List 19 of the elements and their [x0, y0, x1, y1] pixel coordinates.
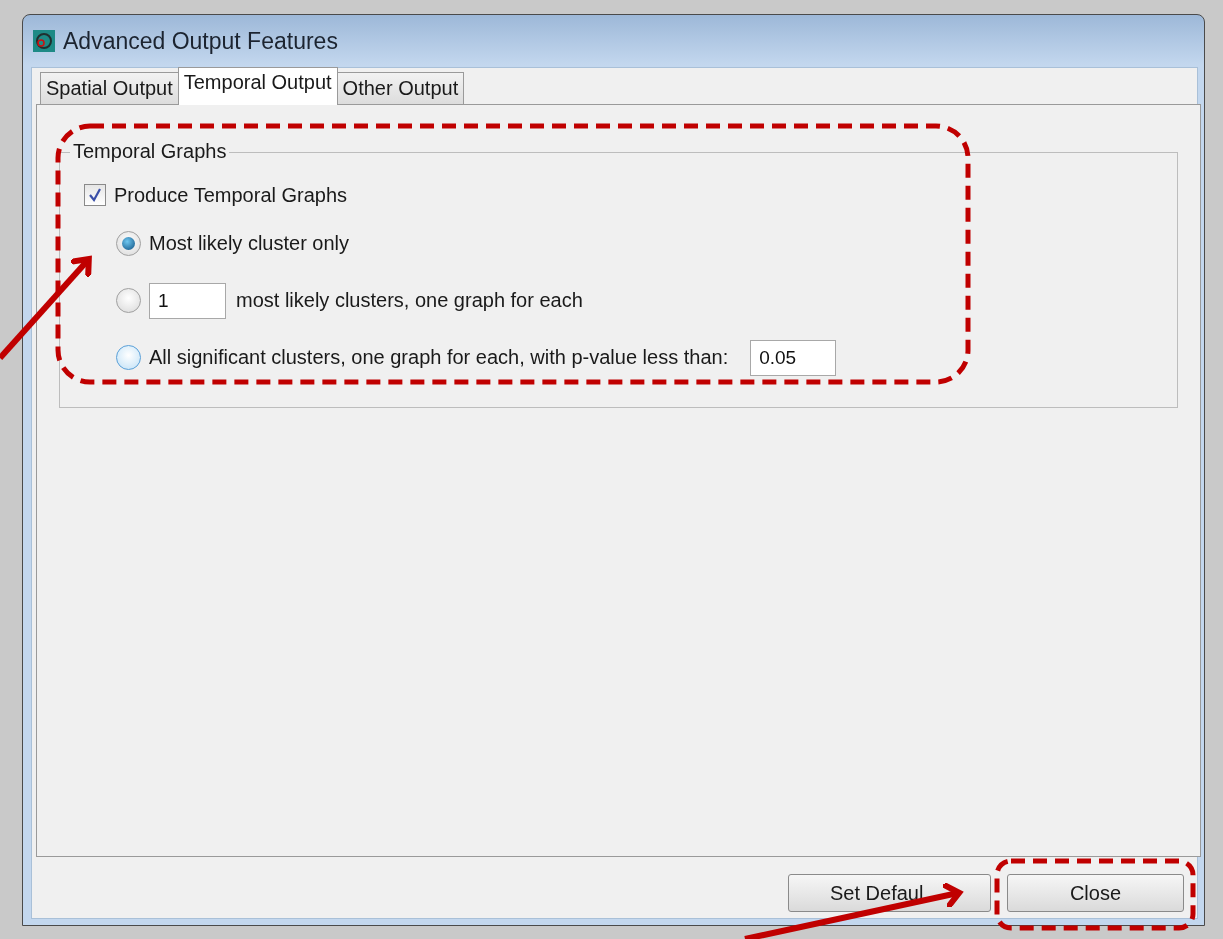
radio-button[interactable]	[116, 231, 141, 256]
checkmark-icon	[87, 187, 103, 203]
group-title: Temporal Graphs	[70, 140, 230, 163]
window-title: Advanced Output Features	[63, 27, 338, 55]
input-field[interactable]: 0.05	[750, 339, 837, 376]
radio-button[interactable]	[116, 345, 141, 370]
tab[interactable]: Temporal Output	[177, 67, 338, 105]
tab[interactable]: Other Output	[336, 72, 465, 105]
close-button[interactable]: Close	[1007, 874, 1184, 912]
app-icon	[33, 30, 55, 52]
field-suffix-label: most likely clusters, one graph for each	[236, 289, 583, 312]
checkbox-label: Produce Temporal Graphs	[114, 183, 348, 207]
tab[interactable]: Spatial Output	[40, 72, 179, 105]
radio-label: Most likely cluster only	[149, 232, 350, 255]
input-field[interactable]: 1	[149, 282, 226, 319]
radio-button[interactable]	[116, 288, 141, 313]
radio-label: All significant clusters, one graph for each, with p-value less than:	[149, 346, 729, 369]
checkbox[interactable]	[84, 184, 106, 206]
set-defaults-button[interactable]: Set Defaul	[788, 874, 991, 912]
